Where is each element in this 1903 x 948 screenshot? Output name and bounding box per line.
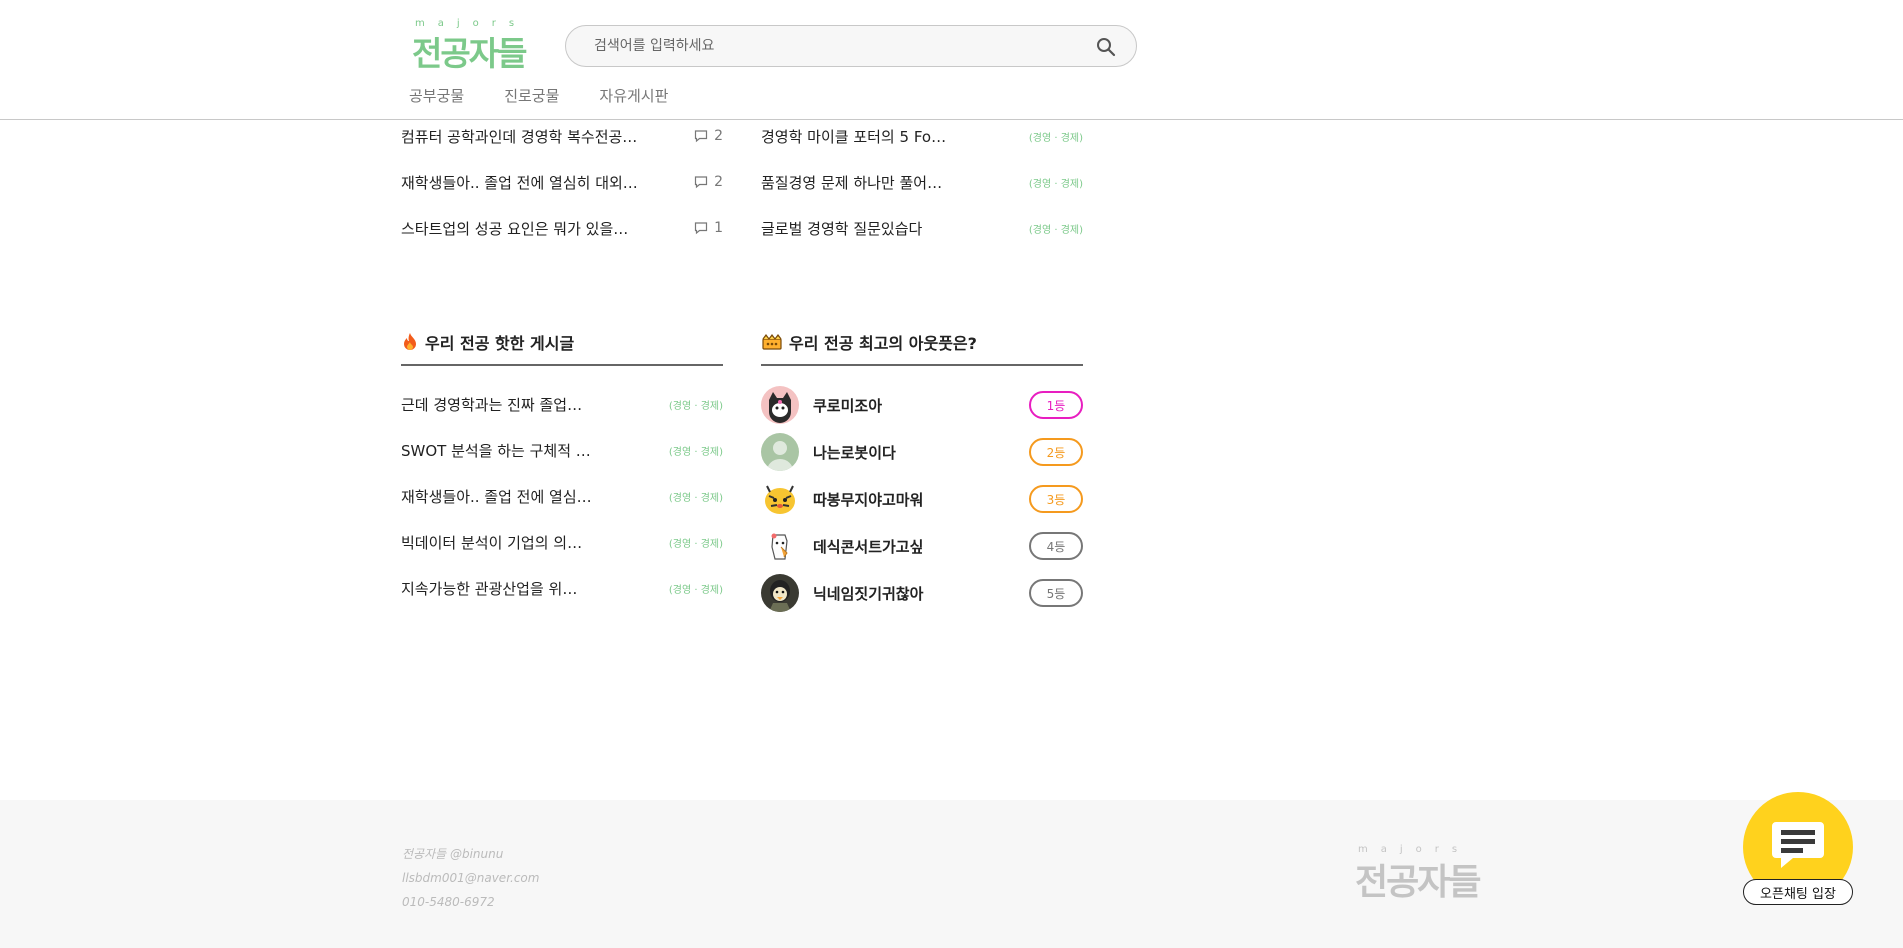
rank-badge: 4등 [1029,532,1083,560]
logo-title: 전공자들 [412,34,527,73]
search-bar [565,25,1137,67]
search-icon[interactable] [1094,35,1118,59]
comment-icon [694,130,708,143]
comment-count: 2 [694,174,723,190]
user-nickname: 쿠로미조아 [813,396,883,415]
logo-title: 전공자들 [1355,862,1481,903]
avatar [761,433,799,471]
avatar [761,574,799,612]
footer: 전공자들 @binunu llsbdm001@naver.com 010-548… [0,800,1903,948]
user-nickname: 나는로봇이다 [813,443,896,462]
rank-item[interactable]: 데식콘서트가고싶 4등 [761,526,1083,566]
nav-item-free-board[interactable]: 자유게시판 [599,85,668,106]
rank-section-title: 우리 전공 최고의 아웃풋은? [761,330,977,354]
avatar [761,480,799,518]
fire-icon [404,333,416,350]
post-title: 품질경영 문제 하나만 풀어… [761,173,943,192]
list-item[interactable]: 컴퓨터 공학과인데 경영학 복수전공… 2 [401,121,723,151]
post-title: 근데 경영학과는 진짜 졸업… [401,395,583,414]
post-title: 컴퓨터 공학과인데 경영학 복수전공… [401,127,638,146]
footer-email: llsbdm001@naver.com [402,871,540,885]
category-tag: (경영 · 경제) [1028,224,1083,236]
list-item[interactable]: 품질경영 문제 하나만 풀어… (경영 · 경제) [761,167,1083,197]
list-item[interactable]: 재학생들아.. 졸업 전에 열심히 대외… 2 [401,167,723,197]
list-item[interactable]: 경영학 마이클 포터의 5 Fo… (경영 · 경제) [761,121,1083,151]
footer-logo: majors 전공자들 [1355,844,1505,904]
rank-item[interactable]: 따봉무지야고마워 3등 [761,479,1083,519]
category-tag: (경영 · 경제) [668,584,723,596]
category-tag: (경영 · 경제) [668,400,723,412]
list-item[interactable]: 스타트업의 성공 요인은 뭐가 있을… 1 [401,213,723,243]
list-item[interactable]: 근데 경영학과는 진짜 졸업… (경영 · 경제) [401,389,723,419]
search-input[interactable] [594,36,1064,56]
category-tag: (경영 · 경제) [1028,178,1083,190]
avatar [761,527,799,565]
post-title: 경영학 마이클 포터의 5 Fo… [761,127,947,146]
list-item[interactable]: 빅데이터 분석이 기업의 의… (경영 · 경제) [401,527,723,557]
rank-item[interactable]: 쿠로미조아 1등 [761,385,1083,425]
rank-badge: 2등 [1029,438,1083,466]
hot-section-title: 우리 전공 핫한 게시글 [401,330,574,354]
list-item[interactable]: 지속가능한 관광산업을 위… (경영 · 경제) [401,573,723,603]
user-nickname: 데식콘서트가고싶 [813,537,924,556]
rank-badge: 3등 [1029,485,1083,513]
comment-count: 2 [694,128,723,144]
category-tag: (경영 · 경제) [668,538,723,550]
rank-badge: 5등 [1029,579,1083,607]
category-tag: (경영 · 경제) [1028,132,1083,144]
logo[interactable]: majors 전공자들 [412,18,532,73]
rank-item[interactable]: 닉네임짓기귀찮아 5등 [761,573,1083,613]
header: majors 전공자들 공부궁물 진로궁물 자유게시판 [0,0,1903,120]
comment-count: 1 [694,220,723,236]
post-title: 재학생들아.. 졸업 전에 열심… [401,487,592,506]
comment-icon [694,176,708,189]
footer-author: 전공자들 @binunu [402,847,504,861]
list-item[interactable]: SWOT 분석을 하는 구체적 … (경영 · 경제) [401,435,723,465]
list-item[interactable]: 재학생들아.. 졸업 전에 열심… (경영 · 경제) [401,481,723,511]
user-nickname: 닉네임짓기귀찮아 [813,584,924,603]
post-title: 지속가능한 관광산업을 위… [401,579,578,598]
crown-icon [762,334,782,350]
rank-item[interactable]: 나는로봇이다 2등 [761,432,1083,472]
post-title: SWOT 분석을 하는 구체적 … [401,441,591,460]
post-title: 글로벌 경영학 질문있습다 [761,219,923,238]
post-title: 빅데이터 분석이 기업의 의… [401,533,583,552]
nav-item-career[interactable]: 진로궁물 [504,85,559,106]
post-title: 재학생들아.. 졸업 전에 열심히 대외… [401,173,638,192]
divider [761,364,1083,366]
list-item[interactable]: 글로벌 경영학 질문있습다 (경영 · 경제) [761,213,1083,243]
footer-phone: 010-5480-6972 [402,895,495,909]
divider [401,364,723,366]
footer-info: 전공자들 @binunu llsbdm001@naver.com 010-548… [402,842,539,914]
open-chat-button[interactable]: 오픈채팅 입장 [1743,792,1853,908]
rank-badge: 1등 [1029,391,1083,419]
nav-item-study[interactable]: 공부궁물 [409,85,464,106]
avatar [761,386,799,424]
user-nickname: 따봉무지야고마워 [813,490,924,509]
main-nav: 공부궁물 진로궁물 자유게시판 [409,85,708,106]
open-chat-label: 오픈채팅 입장 [1743,879,1853,905]
category-tag: (경영 · 경제) [668,492,723,504]
post-title: 스타트업의 성공 요인은 뭐가 있을… [401,219,629,238]
category-tag: (경영 · 경제) [668,446,723,458]
comment-icon [694,222,708,235]
